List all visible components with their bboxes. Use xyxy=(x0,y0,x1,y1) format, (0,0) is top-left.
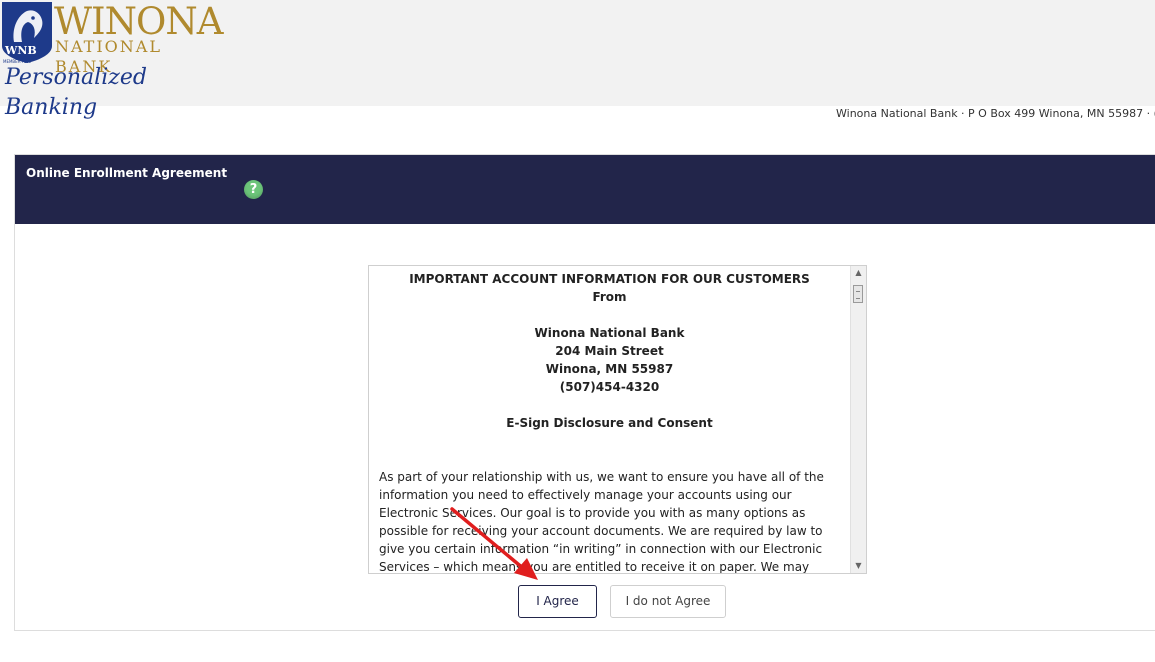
i-agree-button[interactable]: I Agree xyxy=(518,585,597,618)
disclosure-title: E-Sign Disclosure and Consent xyxy=(506,416,713,430)
agreement-heading-from: From xyxy=(592,290,627,304)
agreement-text-box[interactable]: IMPORTANT ACCOUNT INFORMATION FOR OUR CU… xyxy=(368,265,867,574)
scroll-thumb[interactable] xyxy=(853,285,863,303)
help-icon[interactable]: ? xyxy=(244,180,263,199)
scroll-up-arrow-icon[interactable]: ▲ xyxy=(851,266,866,280)
agreement-body-text: As part of your relationship with us, we… xyxy=(379,470,824,573)
agreement-heading: IMPORTANT ACCOUNT INFORMATION FOR OUR CU… xyxy=(409,272,810,286)
bank-logo[interactable]: WNB MEMBER FDIC WINONA NATIONAL BANK Per… xyxy=(0,0,223,120)
scroll-down-arrow-icon[interactable]: ▼ xyxy=(851,559,866,573)
agreement-scrollbar[interactable]: ▲ ▼ xyxy=(850,266,866,573)
logo-bank-name: WINONA xyxy=(54,0,223,43)
agreement-content: IMPORTANT ACCOUNT INFORMATION FOR OUR CU… xyxy=(369,266,850,573)
panel-header: Online Enrollment Agreement ? xyxy=(15,155,1155,224)
bank-address-line: Winona National Bank · P O Box 499 Winon… xyxy=(836,107,1155,120)
agreement-city: Winona, MN 55987 xyxy=(545,362,674,376)
panel-title: Online Enrollment Agreement xyxy=(26,166,228,180)
logo-initials: WNB xyxy=(5,44,37,57)
agreement-street: 204 Main Street xyxy=(555,344,664,358)
i-do-not-agree-button[interactable]: I do not Agree xyxy=(610,585,726,618)
enrollment-panel: Online Enrollment Agreement ? IMPORTANT … xyxy=(14,154,1155,631)
agreement-bank-name: Winona National Bank xyxy=(534,326,685,340)
logo-tagline: Personalized Banking xyxy=(5,65,147,120)
agreement-phone: (507)454-4320 xyxy=(559,380,660,394)
